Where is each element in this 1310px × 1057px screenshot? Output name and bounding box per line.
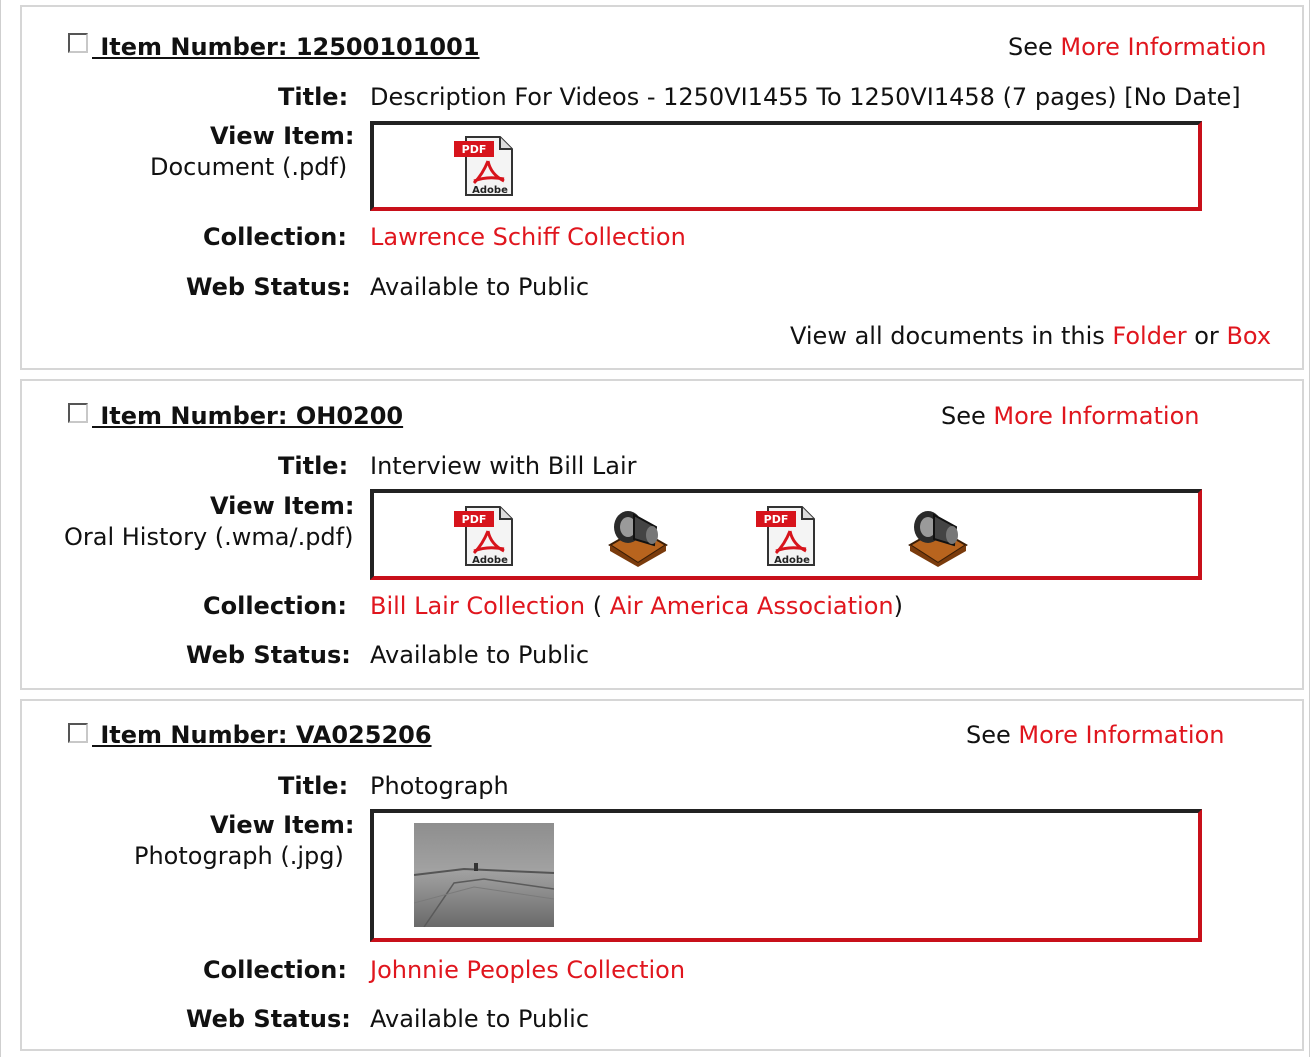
see-more-info: See More Information (966, 721, 1224, 749)
result-item: Item Number: OH0200 See More Information… (20, 379, 1304, 690)
collection-label: Collection: (203, 223, 347, 251)
pdf-icon[interactable]: PDF Adobe (452, 505, 516, 567)
svg-text:Adobe: Adobe (472, 555, 508, 566)
svg-text:PDF: PDF (462, 513, 487, 526)
view-item-label: View Item: (210, 492, 355, 520)
see-label: See (966, 721, 1011, 749)
collection-label: Collection: (203, 592, 347, 620)
svg-text:PDF: PDF (764, 513, 789, 526)
web-status-value: Available to Public (370, 273, 590, 301)
paren-open: ( (592, 592, 603, 620)
title-label: Title: (278, 452, 349, 480)
title-label: Title: (278, 772, 349, 800)
item-checkbox[interactable] (68, 33, 88, 53)
see-label: See (1008, 33, 1053, 61)
collection-label: Collection: (203, 956, 347, 984)
see-label: See (941, 402, 986, 430)
view-item-label: View Item: (210, 122, 355, 150)
result-item: Item Number: 12500101001 See More Inform… (20, 5, 1304, 370)
collection-link[interactable]: Lawrence Schiff Collection (370, 223, 686, 251)
results-list: Item Number: 12500101001 See More Inform… (0, 0, 1310, 1057)
view-all-documents: View all documents in this Folder or Box (790, 322, 1271, 350)
view-item-type: Oral History (.wma/.pdf) (64, 523, 354, 551)
collection-link[interactable]: Bill Lair Collection (370, 592, 585, 620)
title-value: Photograph (370, 772, 509, 800)
more-information-link[interactable]: More Information (1060, 33, 1266, 61)
item-checkbox[interactable] (68, 403, 88, 423)
collection-link-secondary[interactable]: Air America Association (610, 592, 894, 620)
speaker-icon[interactable] (604, 505, 670, 567)
svg-text:PDF: PDF (462, 143, 487, 156)
view-item-box: PDF Adobe (370, 489, 1202, 580)
more-information-link[interactable]: More Information (993, 402, 1199, 430)
title-value: Interview with Bill Lair (370, 452, 637, 480)
item-number-link[interactable]: Item Number: OH0200 (92, 402, 403, 430)
more-information-link[interactable]: More Information (1018, 721, 1224, 749)
title-label: Title: (278, 83, 349, 111)
title-value: Description For Videos - 1250VI1455 To 1… (370, 83, 1241, 111)
view-all-prefix: View all documents in this (790, 322, 1105, 350)
item-checkbox[interactable] (68, 723, 88, 743)
item-number-link[interactable]: Item Number: 12500101001 (92, 33, 479, 61)
see-more-info: See More Information (1008, 33, 1266, 61)
pdf-icon[interactable]: PDF Adobe (452, 135, 516, 197)
web-status-label: Web Status: (186, 641, 351, 669)
speaker-icon[interactable] (904, 505, 970, 567)
or-label: or (1194, 322, 1219, 350)
paren-close: ) (893, 592, 903, 620)
see-more-info: See More Information (941, 402, 1199, 430)
view-item-box (370, 809, 1202, 942)
svg-text:Adobe: Adobe (774, 555, 810, 566)
pdf-icon[interactable]: PDF Adobe (754, 505, 818, 567)
item-number-link[interactable]: Item Number: VA025206 (92, 721, 431, 749)
web-status-value: Available to Public (370, 641, 590, 669)
view-item-box: PDF Adobe (370, 121, 1202, 211)
web-status-label: Web Status: (186, 1005, 351, 1033)
collection-link[interactable]: Johnnie Peoples Collection (370, 956, 685, 984)
photo-thumbnail[interactable] (413, 823, 555, 928)
web-status-label: Web Status: (186, 273, 351, 301)
svg-text:Adobe: Adobe (472, 185, 508, 196)
box-link[interactable]: Box (1226, 322, 1271, 350)
folder-link[interactable]: Folder (1112, 322, 1186, 350)
web-status-value: Available to Public (370, 1005, 590, 1033)
view-item-type: Photograph (.jpg) (134, 842, 344, 870)
collection-value: Bill Lair Collection ( Air America Assoc… (370, 592, 903, 620)
result-item: Item Number: VA025206 See More Informati… (20, 699, 1304, 1051)
view-item-type: Document (.pdf) (150, 153, 348, 181)
view-item-label: View Item: (210, 811, 355, 839)
